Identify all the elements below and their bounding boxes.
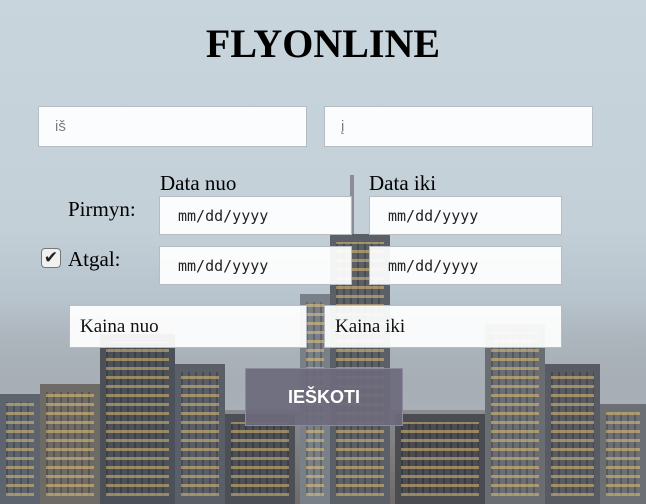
- to-input-placeholder: į: [341, 118, 345, 135]
- flight-search-form: FLYONLINE iš į Data nuo Data iki Pirmyn:…: [0, 0, 646, 504]
- from-input-placeholder: iš: [55, 118, 66, 135]
- price-min-placeholder: Kaina nuo: [80, 315, 159, 337]
- from-input[interactable]: iš: [38, 106, 307, 147]
- page-title: FLYONLINE: [205, 21, 441, 66]
- outbound-date-from-input[interactable]: mm/dd/yyyy: [159, 196, 352, 235]
- return-checkbox[interactable]: ✔: [41, 248, 61, 268]
- price-max-placeholder: Kaina iki: [335, 315, 406, 337]
- checkmark-icon: ✔: [43, 248, 59, 267]
- price-min-input[interactable]: Kaina nuo: [69, 305, 307, 348]
- return-date-to-input[interactable]: mm/dd/yyyy: [369, 246, 562, 285]
- outbound-date-to-value: mm/dd/yyyy: [388, 206, 479, 225]
- outbound-date-to-input[interactable]: mm/dd/yyyy: [369, 196, 562, 235]
- outbound-label: Pirmyn:: [68, 197, 136, 221]
- return-date-from-input[interactable]: mm/dd/yyyy: [159, 246, 352, 285]
- return-date-from-value: mm/dd/yyyy: [178, 256, 269, 275]
- price-max-input[interactable]: Kaina iki: [324, 305, 562, 348]
- return-date-to-value: mm/dd/yyyy: [388, 256, 479, 275]
- search-button[interactable]: IEŠKOTI: [245, 368, 403, 426]
- outbound-date-from-value: mm/dd/yyyy: [178, 206, 269, 225]
- return-label: Atgal:: [68, 247, 121, 271]
- date-from-column-label: Data nuo: [160, 171, 237, 195]
- date-to-column-label: Data iki: [369, 171, 437, 195]
- to-input[interactable]: į: [324, 106, 593, 147]
